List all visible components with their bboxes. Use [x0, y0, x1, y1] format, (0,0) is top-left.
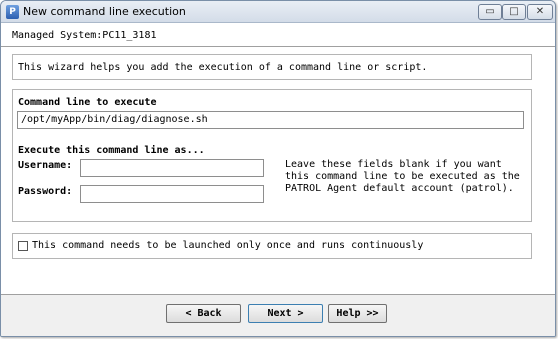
- header-divider: [1, 46, 555, 48]
- back-button[interactable]: < Back: [166, 304, 241, 323]
- button-bar: < Back Next > Help >>: [1, 295, 555, 336]
- wizard-window: P New command line execution ▭ □ ✕ Manag…: [0, 0, 556, 337]
- run-once-checkbox[interactable]: [18, 241, 28, 251]
- command-panel: Command line to execute /opt/myApp/bin/d…: [12, 89, 532, 222]
- run-once-label[interactable]: This command needs to be launched only o…: [32, 240, 423, 251]
- window-title: New command line execution: [23, 5, 186, 18]
- close-button[interactable]: ✕: [527, 4, 553, 20]
- run-once-panel: This command needs to be launched only o…: [12, 233, 532, 259]
- password-input[interactable]: [80, 185, 264, 203]
- intro-text: This wizard helps you add the execution …: [18, 62, 428, 73]
- hint-line: Leave these fields blank if you want: [285, 159, 502, 170]
- managed-system-label: Managed System:PC11_3181: [12, 30, 157, 41]
- hint-line: PATROL Agent default account (patrol).: [285, 183, 514, 194]
- account-hint: Leave these fields blank if you want thi…: [285, 159, 530, 195]
- app-icon: P: [6, 5, 19, 19]
- intro-panel: This wizard helps you add the execution …: [12, 54, 532, 80]
- command-line-input[interactable]: /opt/myApp/bin/diag/diagnose.sh: [17, 111, 524, 129]
- execute-as-heading: Execute this command line as...: [18, 145, 205, 156]
- command-line-label: Command line to execute: [18, 97, 157, 108]
- password-label: Password:: [18, 186, 73, 197]
- maximize-button[interactable]: □: [502, 4, 526, 20]
- next-button[interactable]: Next >: [248, 304, 323, 323]
- help-button[interactable]: Help >>: [328, 304, 387, 323]
- username-label: Username:: [18, 160, 73, 171]
- username-input[interactable]: [80, 159, 264, 177]
- minimize-button[interactable]: ▭: [478, 4, 502, 20]
- hint-line: this command line to be executed as the: [285, 171, 520, 182]
- title-bar: P New command line execution ▭ □ ✕: [1, 1, 555, 23]
